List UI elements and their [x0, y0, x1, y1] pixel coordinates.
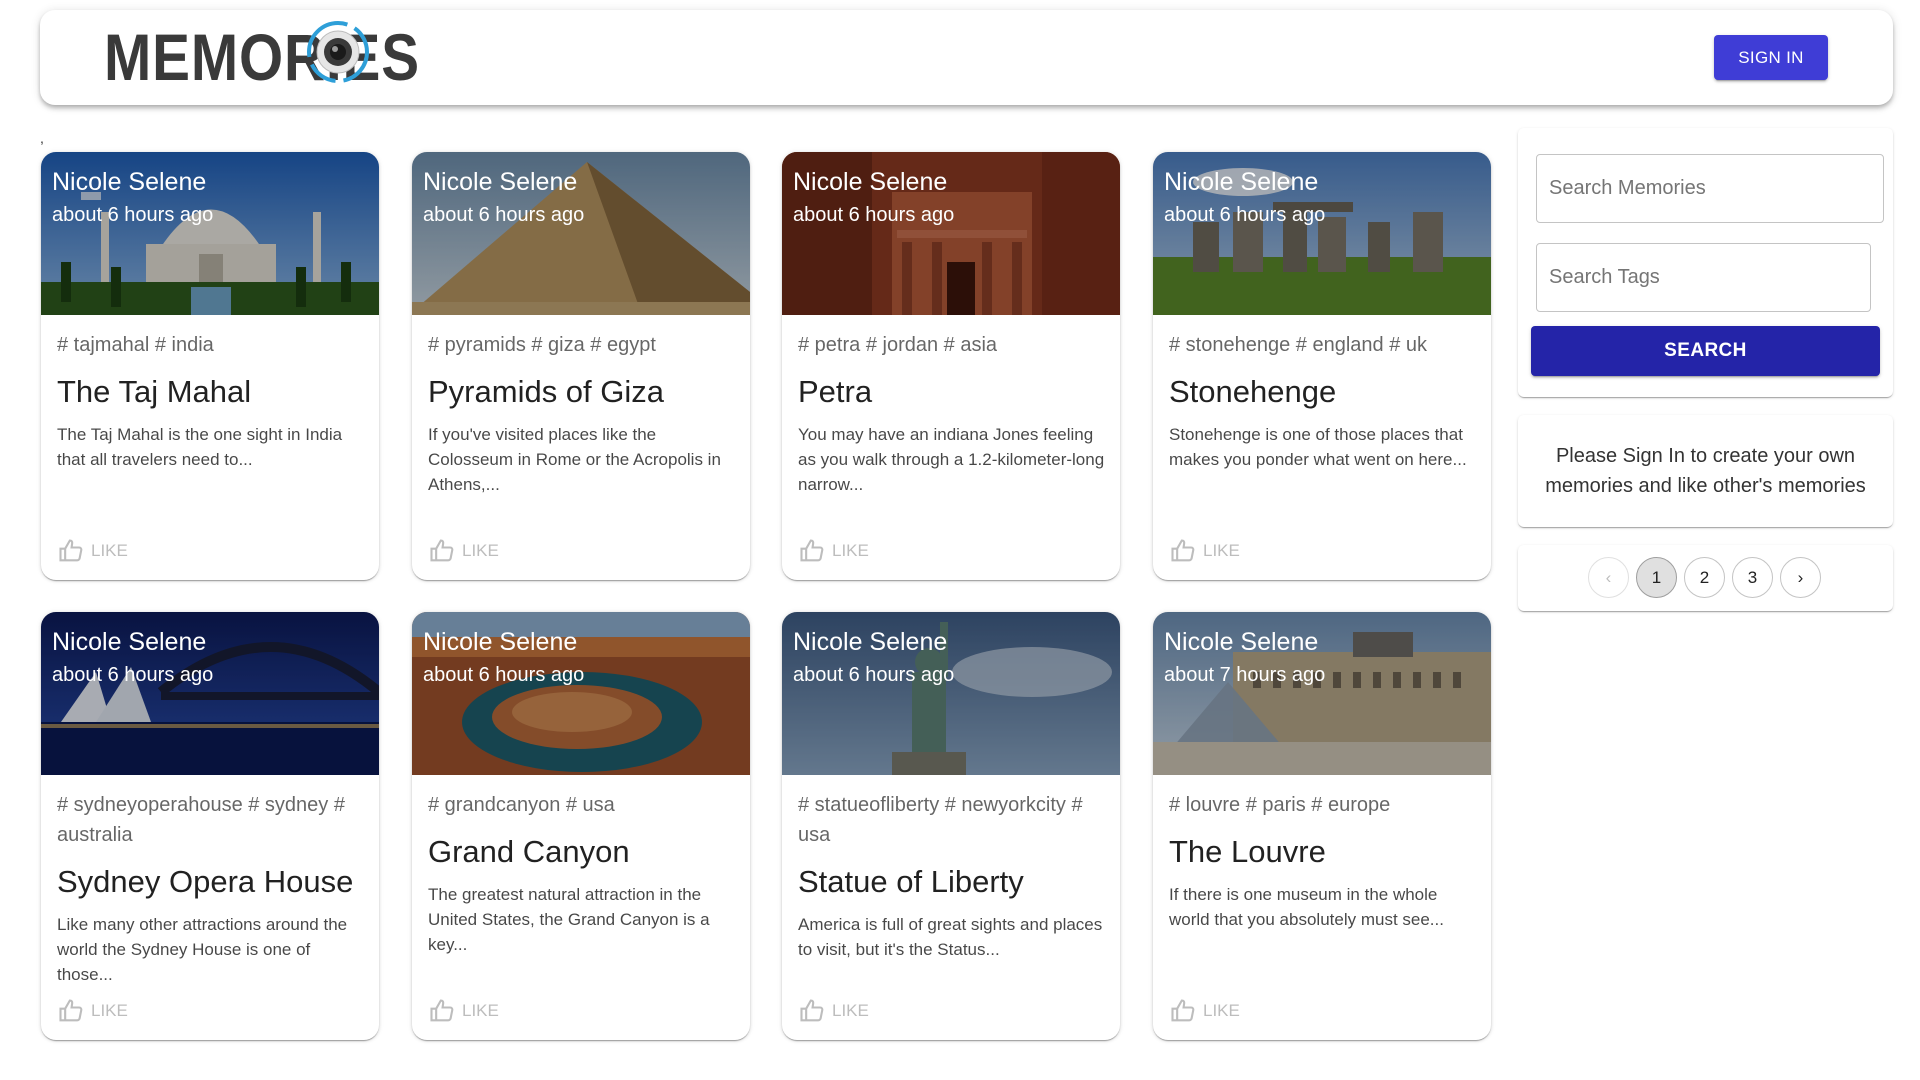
card-time: about 6 hours ago — [1164, 204, 1326, 226]
card-time: about 6 hours ago — [793, 204, 955, 226]
thumb-up-icon — [430, 999, 454, 1022]
card-author: Nicole Selene — [52, 168, 207, 196]
memory-card[interactable]: Nicole Selene about 6 hours ago # statue… — [782, 612, 1120, 1040]
like-button[interactable]: LIKE — [798, 537, 869, 565]
card-author: Nicole Selene — [793, 168, 948, 196]
card-title: Sydney Opera House — [57, 864, 354, 899]
card-tags: # statueofliberty # newyorkcity # usa — [798, 794, 1083, 846]
like-button[interactable]: LIKE — [1169, 997, 1240, 1025]
card-title: The Taj Mahal — [57, 374, 252, 409]
like-label: LIKE — [91, 1001, 128, 1020]
card-time: about 6 hours ago — [52, 664, 214, 686]
sign-in-button[interactable]: SIGN IN — [1714, 35, 1828, 80]
card-time: about 7 hours ago — [1164, 664, 1326, 686]
thumb-up-icon — [430, 539, 454, 562]
card-tags: # tajmahal # india — [57, 334, 214, 356]
like-label: LIKE — [1203, 1001, 1240, 1020]
card-title: Pyramids of Giza — [428, 374, 665, 409]
card-message: Like many other attractions around the w… — [57, 915, 348, 984]
stonehenge-photo: Nicole Selene about 6 hours ago — [1153, 152, 1491, 315]
like-button[interactable]: LIKE — [428, 997, 499, 1025]
card-title: Grand Canyon — [428, 834, 630, 869]
search-panel: SEARCH — [1518, 128, 1893, 397]
like-label: LIKE — [462, 541, 499, 560]
card-author: Nicole Selene — [423, 168, 578, 196]
card-author: Nicole Selene — [52, 628, 207, 656]
like-button[interactable]: LIKE — [1169, 537, 1240, 565]
like-button[interactable]: LIKE — [428, 537, 499, 565]
previous-page-button[interactable]: ‹ — [1588, 557, 1629, 598]
card-message: You may have an indiana Jones feeling as… — [798, 425, 1105, 494]
like-label: LIKE — [462, 1001, 499, 1020]
card-title: Statue of Liberty — [798, 864, 1024, 899]
pyramid-photo: Nicole Selene about 6 hours ago — [412, 152, 750, 315]
card-tags: # sydneyoperahouse # sydney # australia — [57, 794, 345, 846]
card-author: Nicole Selene — [793, 628, 948, 656]
like-button[interactable]: LIKE — [57, 537, 128, 565]
stray-mark: , — [40, 130, 44, 146]
like-label: LIKE — [91, 541, 128, 560]
card-time: about 6 hours ago — [52, 204, 214, 226]
card-message: If you've visited places like the Coloss… — [428, 425, 721, 494]
card-message: If there is one museum in the whole worl… — [1169, 885, 1444, 929]
thumb-up-icon — [800, 539, 824, 562]
card-message: The greatest natural attraction in the U… — [428, 885, 710, 954]
card-tags: # grandcanyon # usa — [428, 794, 615, 816]
memory-card[interactable]: Nicole Selene about 7 hours ago # louvre… — [1153, 612, 1491, 1040]
thumb-up-icon — [59, 999, 83, 1022]
thumb-up-icon — [59, 539, 83, 562]
memory-card[interactable]: Nicole Selene about 6 hours ago # tajmah… — [41, 152, 379, 580]
pagination: ‹ 1 2 3 › — [1518, 545, 1893, 611]
page-2-button[interactable]: 2 — [1684, 557, 1725, 598]
liberty-photo: Nicole Selene about 6 hours ago — [782, 612, 1120, 775]
search-button[interactable]: SEARCH — [1531, 326, 1880, 376]
petra-photo: Nicole Selene about 6 hours ago — [782, 152, 1120, 315]
memory-card[interactable]: Nicole Selene about 6 hours ago # stoneh… — [1153, 152, 1491, 580]
card-message: Stonehenge is one of those places that m… — [1169, 425, 1467, 469]
card-time: about 6 hours ago — [423, 204, 585, 226]
card-tags: # pyramids # giza # egypt — [428, 334, 656, 356]
card-title: Stonehenge — [1169, 374, 1337, 409]
card-tags: # petra # jordan # asia — [798, 334, 998, 356]
card-message: America is full of great sights and plac… — [798, 915, 1103, 959]
like-label: LIKE — [832, 1001, 869, 1020]
taj-mahal-photo: Nicole Selene about 6 hours ago — [41, 152, 379, 315]
canyon-photo: Nicole Selene about 6 hours ago — [412, 612, 750, 775]
card-tags: # stonehenge # england # uk — [1169, 334, 1427, 356]
like-label: LIKE — [1203, 541, 1240, 560]
memory-card[interactable]: Nicole Selene about 6 hours ago # petra … — [782, 152, 1120, 580]
card-time: about 6 hours ago — [793, 664, 955, 686]
card-author: Nicole Selene — [1164, 168, 1319, 196]
like-button[interactable]: LIKE — [798, 997, 869, 1025]
card-title: The Louvre — [1169, 834, 1326, 869]
thumb-up-icon — [1171, 539, 1195, 562]
louvre-photo: Nicole Selene about 7 hours ago — [1153, 612, 1491, 775]
app-bar: MEMORIES SIGN IN — [40, 10, 1893, 105]
thumb-up-icon — [800, 999, 824, 1022]
memory-card[interactable]: Nicole Selene about 6 hours ago # sydney… — [41, 612, 379, 1040]
thumb-up-icon — [1171, 999, 1195, 1022]
like-button[interactable]: LIKE — [57, 997, 128, 1025]
memory-card[interactable]: Nicole Selene about 6 hours ago # pyrami… — [412, 152, 750, 580]
sydney-photo: Nicole Selene about 6 hours ago — [41, 612, 379, 775]
search-memories-input[interactable] — [1536, 154, 1884, 223]
like-label: LIKE — [832, 541, 869, 560]
card-author: Nicole Selene — [1164, 628, 1319, 656]
next-page-button[interactable]: › — [1780, 557, 1821, 598]
sign-in-notice: Please Sign In to create your own memori… — [1518, 415, 1893, 527]
page-1-button[interactable]: 1 — [1636, 557, 1677, 598]
card-tags: # louvre # paris # europe — [1169, 794, 1391, 816]
page-3-button[interactable]: 3 — [1732, 557, 1773, 598]
card-title: Petra — [798, 374, 873, 409]
search-tags-input[interactable] — [1536, 243, 1871, 312]
card-time: about 6 hours ago — [423, 664, 585, 686]
memory-card[interactable]: Nicole Selene about 6 hours ago # grandc… — [412, 612, 750, 1040]
camera-lens-logo-icon — [307, 21, 369, 83]
card-author: Nicole Selene — [423, 628, 578, 656]
card-message: The Taj Mahal is the one sight in India … — [57, 425, 343, 469]
